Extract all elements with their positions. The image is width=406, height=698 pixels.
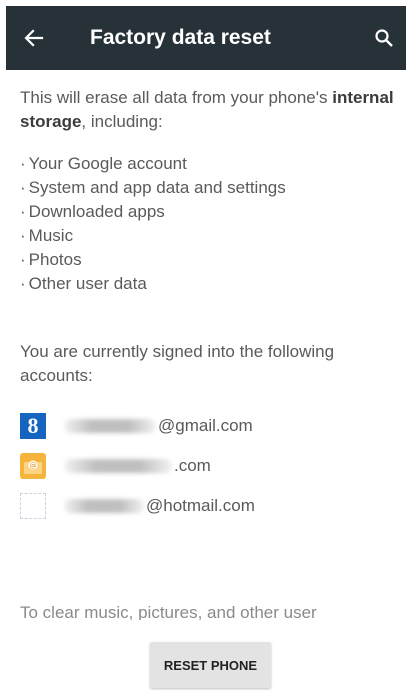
account-domain: @gmail.com: [158, 416, 253, 435]
redacted-username: [64, 499, 144, 513]
svg-text:@: @: [30, 462, 37, 470]
back-button[interactable]: [20, 24, 48, 52]
email-icon: @: [20, 453, 46, 479]
account-domain: @hotmail.com: [146, 496, 255, 515]
hotmail-icon: [20, 493, 46, 519]
intro-text: This will erase all data from your phone…: [20, 88, 394, 131]
list-item: Downloaded apps: [20, 200, 400, 224]
truncated-text: To clear music, pictures, and other user: [20, 604, 317, 620]
redacted-username: [64, 459, 172, 473]
app-bar: Factory data reset: [6, 6, 406, 70]
signed-in-text: You are currently signed into the follow…: [20, 342, 335, 385]
search-button[interactable]: [370, 24, 398, 52]
erase-list: Your Google account System and app data …: [20, 152, 400, 296]
search-icon: [375, 29, 393, 47]
list-item: Other user data: [20, 272, 400, 296]
list-item: Music: [20, 224, 400, 248]
google-icon: 8: [20, 413, 46, 439]
arrow-back-icon: [24, 29, 44, 47]
account-row-email: @ .com: [20, 446, 400, 486]
account-domain: .com: [174, 456, 211, 475]
list-item: Photos: [20, 248, 400, 272]
content: This will erase all data from your phone…: [20, 86, 400, 526]
account-row-hotmail: @hotmail.com: [20, 486, 400, 526]
page-title: Factory data reset: [90, 26, 271, 49]
reset-phone-button[interactable]: RESET PHONE: [150, 642, 271, 688]
redacted-username: [64, 419, 156, 433]
account-row-gmail: 8 @gmail.com: [20, 406, 400, 446]
list-item: System and app data and settings: [20, 176, 400, 200]
accounts-list: 8 @gmail.com @ .com @hotmail.com: [20, 406, 400, 526]
list-item: Your Google account: [20, 152, 400, 176]
